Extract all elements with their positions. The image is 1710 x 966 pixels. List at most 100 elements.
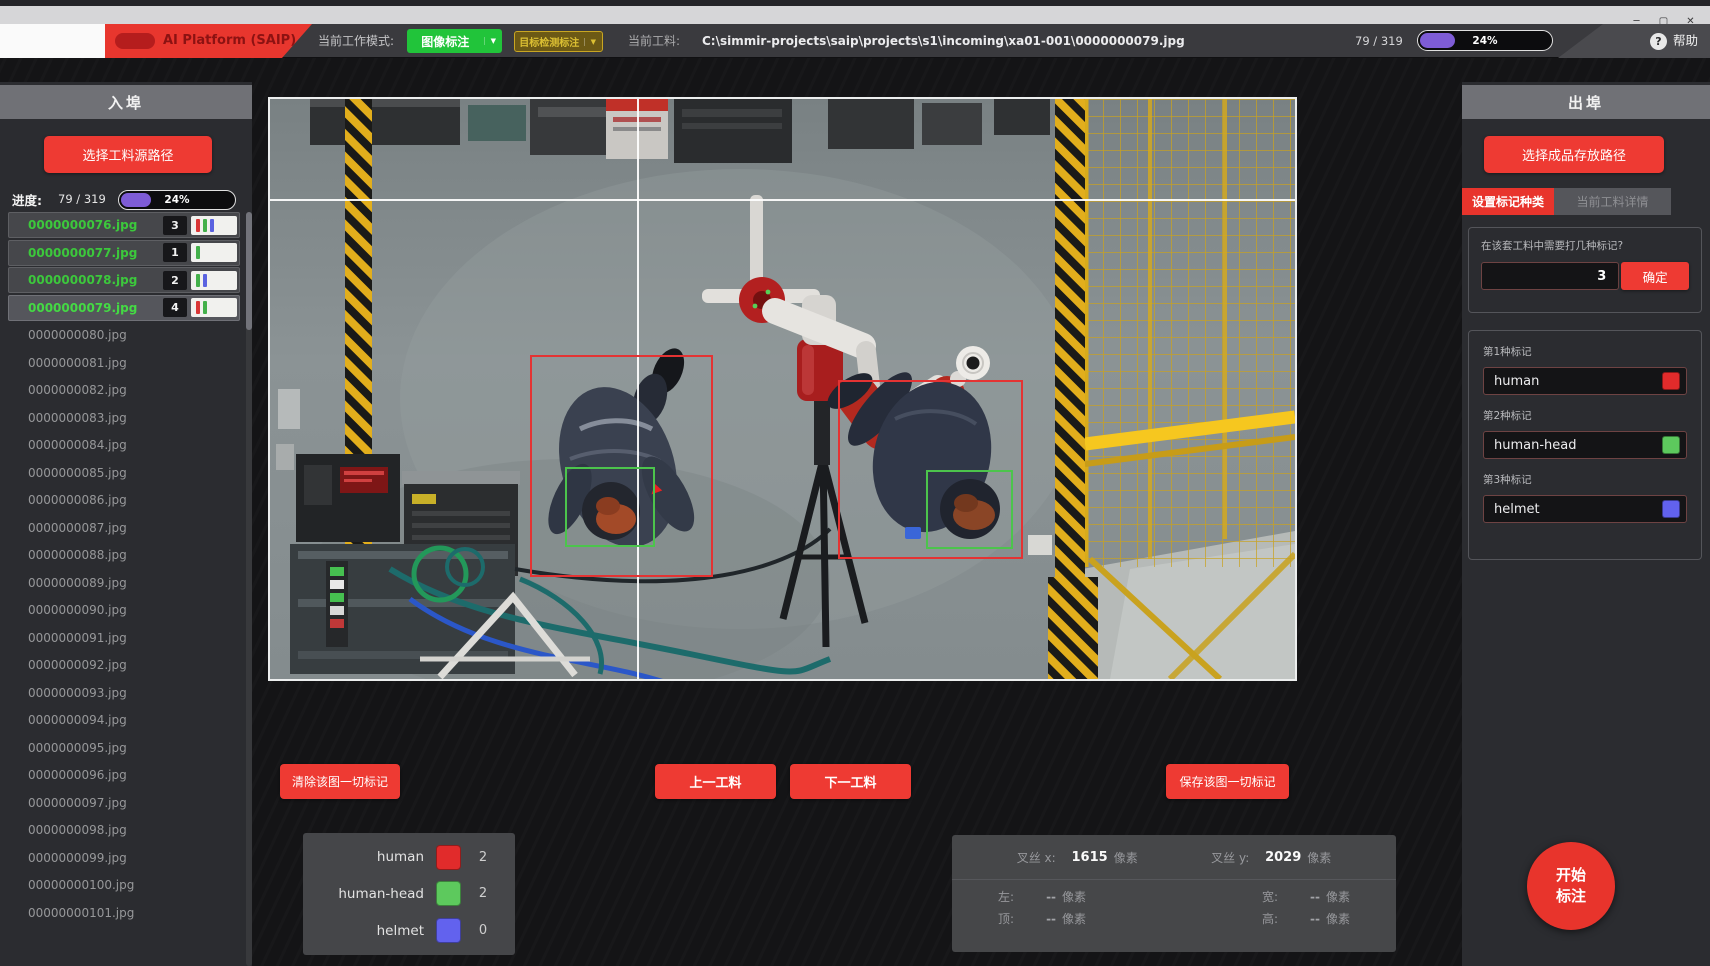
file-list-item[interactable]: 0000000078.jpg 2 [8,267,240,293]
help-button[interactable]: 帮助 [1673,24,1698,58]
marker-name-input[interactable]: human-head [1483,431,1687,459]
file-list-item[interactable]: 0000000098.jpg [8,817,240,843]
annotation-box-human-head[interactable] [565,467,655,547]
file-list-item[interactable]: 0000000083.jpg [8,405,240,431]
file-list-item[interactable]: 0000000085.jpg [8,460,240,486]
file-name: 0000000080.jpg [28,328,127,342]
file-list-item[interactable]: 0000000096.jpg [8,762,240,788]
crosshair-x-value: 1615 [1062,850,1108,865]
tab-set-marker-types[interactable]: 设置标记种类 [1462,188,1554,215]
legend-color-swatch[interactable] [436,845,461,870]
legend-color-swatch[interactable] [436,918,461,943]
file-list-item[interactable]: 0000000099.jpg [8,845,240,871]
file-count-badge: 3 [163,216,187,235]
file-list-item[interactable]: 0000000088.jpg [8,542,240,568]
pixel-unit: 像素 [1307,849,1331,866]
previous-item-button[interactable]: 上一工料 [655,764,776,799]
box-width-label: 宽: [1262,888,1278,905]
file-list-item[interactable]: 0000000094.jpg [8,707,240,733]
input-sidebar: 入埠 选择工料源路径 进度: 79 / 319 24% 0000000076.j… [0,82,252,966]
brand-banner: AI Platform (SAIP) [105,24,312,58]
file-name: 00000000101.jpg [28,906,134,920]
next-item-button[interactable]: 下一工料 [790,764,911,799]
confirm-button[interactable]: 确定 [1621,262,1689,290]
file-list-item[interactable]: 0000000092.jpg [8,652,240,678]
clear-annotations-button[interactable]: 清除该图一切标记 [280,764,400,799]
file-list-item[interactable]: 0000000082.jpg [8,377,240,403]
mode-dropdown-image-annotation[interactable]: 图像标注 ▼ [407,29,502,53]
file-list-item[interactable]: 0000000084.jpg [8,432,240,458]
pixel-unit: 像素 [1326,910,1350,927]
box-top-readout: 顶: -- 像素 [998,910,1086,927]
marker-type-panel: 第1种标记 human 第2种标记 human-head 第3种标记 [1468,330,1702,560]
legend-count: 0 [461,923,505,938]
file-list-item[interactable]: 0000000087.jpg [8,515,240,541]
file-list-item[interactable]: 0000000080.jpg [8,322,240,348]
file-name: 0000000076.jpg [28,218,137,232]
marker-name-input[interactable]: helmet [1483,495,1687,523]
file-list-item[interactable]: 0000000093.jpg [8,680,240,706]
pixel-unit: 像素 [1326,888,1350,905]
pixel-unit: 像素 [1062,888,1086,905]
marker-field: 第2种标记 human-head [1483,408,1687,459]
file-name: 0000000091.jpg [28,631,127,645]
box-top-value: -- [1020,912,1056,926]
file-list-item[interactable]: 0000000095.jpg [8,735,240,761]
marker-count-input[interactable]: 3 [1481,262,1619,290]
legend-row: human-head 2 [313,879,505,909]
select-source-path-button[interactable]: 选择工料源路径 [44,136,212,173]
progress-count: 79 / 319 [58,192,106,206]
crosshair-y-readout: 叉丝 y: 2029 像素 [1211,849,1331,866]
tab-current-item-detail[interactable]: 当前工料详情 [1554,188,1671,215]
file-list-item[interactable]: 0000000086.jpg [8,487,240,513]
save-annotations-button[interactable]: 保存该图一切标记 [1166,764,1289,799]
file-name: 0000000093.jpg [28,686,127,700]
annotation-canvas[interactable] [268,97,1297,681]
marker-color-swatch[interactable] [1662,372,1680,390]
file-list-item[interactable]: 0000000081.jpg [8,350,240,376]
marker-name-input[interactable]: human [1483,367,1687,395]
file-color-chip [191,298,237,317]
brand-logo-icon [115,33,155,49]
legend-label: human-head [313,886,436,902]
file-list-item[interactable]: 0000000097.jpg [8,790,240,816]
chevron-down-icon: ▼ [584,38,602,46]
file-name: 0000000099.jpg [28,851,127,865]
legend-color-swatch[interactable] [436,881,461,906]
marker-label: 第2种标记 [1483,408,1687,423]
coordinates-panel: 叉丝 x: 1615 像素 叉丝 y: 2029 像素 左: -- 像素 宽: … [952,835,1396,952]
help-icon[interactable]: ? [1650,33,1667,50]
current-file-label: 当前工料: [628,24,680,58]
file-list-scrollbar-thumb[interactable] [246,212,252,330]
file-list-item[interactable]: 0000000079.jpg 4 [8,295,240,321]
select-output-path-button[interactable]: 选择成品存放路径 [1484,136,1664,173]
file-name: 0000000086.jpg [28,493,127,507]
annotation-box-human-head[interactable] [926,470,1013,549]
marker-color-swatch[interactable] [1662,500,1680,518]
marker-label: 第3种标记 [1483,472,1687,487]
file-list-item[interactable]: 00000000101.jpg [8,900,240,926]
mode-dropdown-detection-annotation[interactable]: 目标检测标注 ▼ [514,31,603,52]
progress-count: 79 / 319 [1355,24,1403,58]
file-list-item[interactable]: 0000000090.jpg [8,597,240,623]
file-list-item[interactable]: 0000000089.jpg [8,570,240,596]
marker-value: human-head [1494,438,1662,453]
box-height-readout: 高: -- 像素 [1262,910,1350,927]
file-list-item[interactable]: 0000000076.jpg 3 [8,212,240,238]
marker-color-swatch[interactable] [1662,436,1680,454]
start-annotation-button[interactable]: 开始 标注 [1527,842,1615,930]
box-width-value: -- [1284,890,1320,904]
box-height-value: -- [1284,912,1320,926]
file-list-item[interactable]: 00000000100.jpg [8,872,240,898]
progress-percent: 24% [119,191,235,209]
file-list-item[interactable]: 0000000077.jpg 1 [8,240,240,266]
file-color-chip [191,243,237,262]
file-name: 0000000087.jpg [28,521,127,535]
file-count-badge: 2 [163,271,187,290]
mode-primary-label: 图像标注 [407,33,484,50]
file-list-item[interactable]: 0000000091.jpg [8,625,240,651]
output-sidebar: 出埠 选择成品存放路径 设置标记种类 当前工料详情 在该套工料中需要打几种标记?… [1462,82,1710,966]
file-list[interactable]: 0000000076.jpg 3 0000000077.jpg 1 000000… [0,212,246,966]
file-count-badge: 1 [163,243,187,262]
marker-count-panel: 在该套工料中需要打几种标记? 3 确定 [1468,227,1702,313]
